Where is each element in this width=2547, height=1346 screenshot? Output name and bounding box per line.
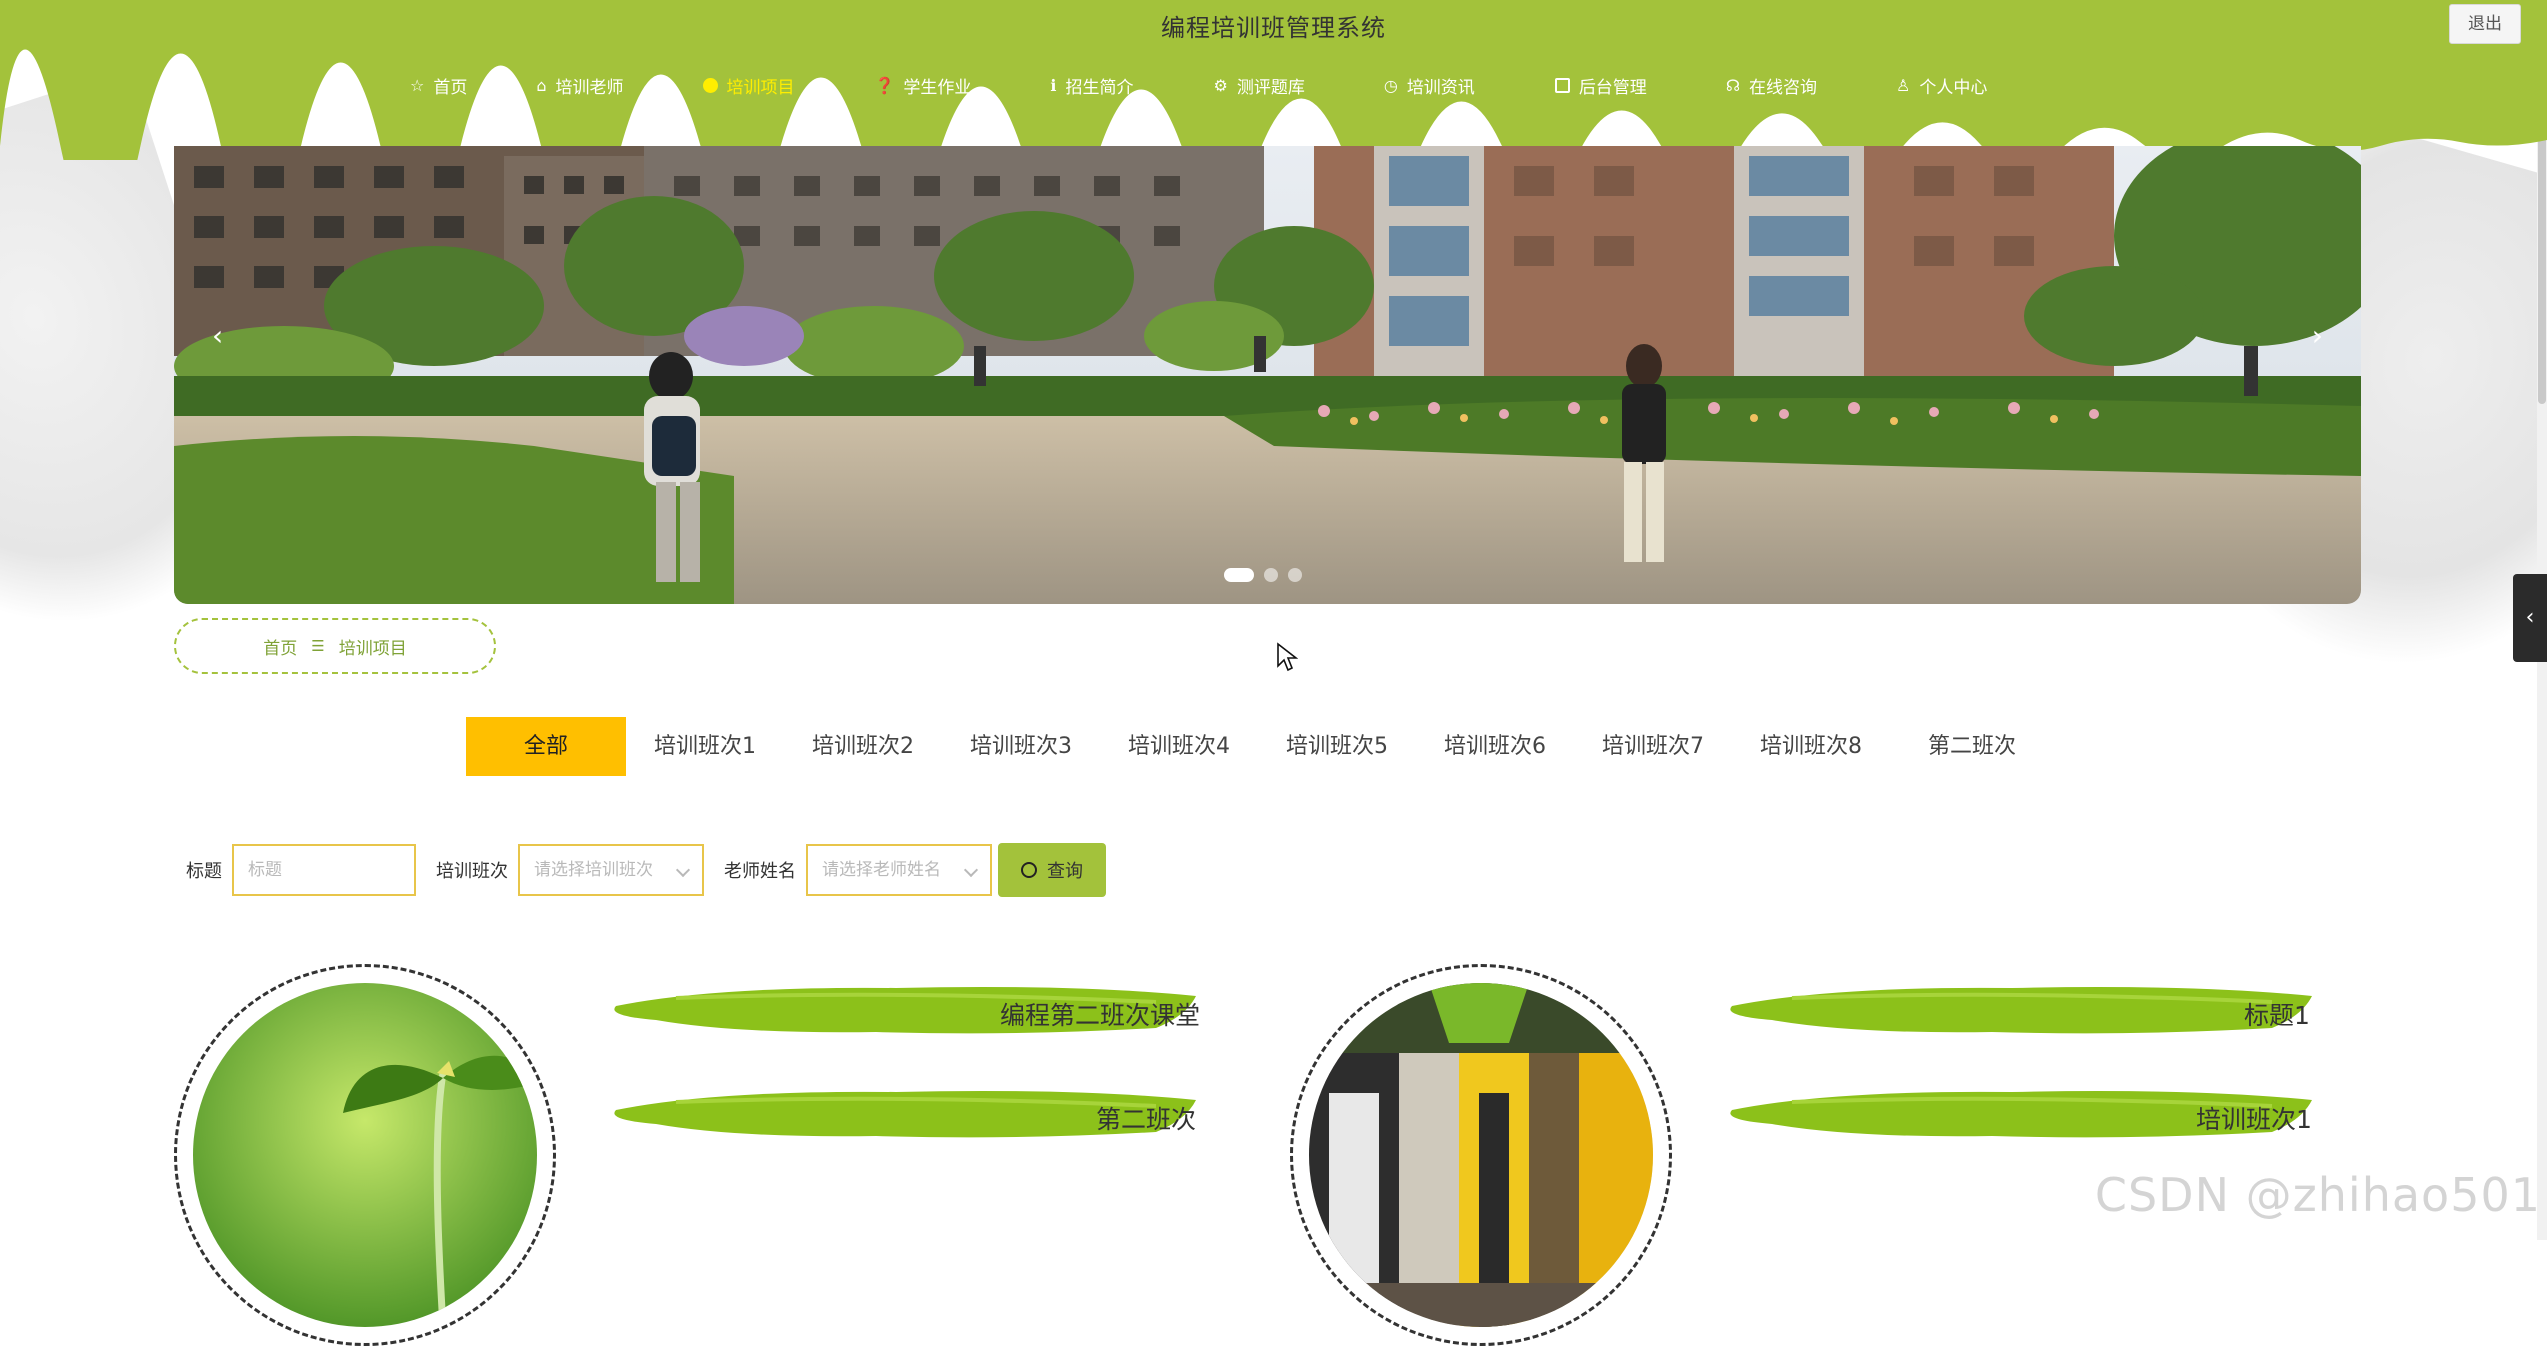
info-icon: ℹ	[1050, 75, 1057, 95]
category-tab-all[interactable]: 全部	[466, 717, 626, 776]
chevron-down-icon	[675, 862, 691, 878]
nav-item-profile[interactable]: ♙ 个人中心	[1896, 70, 1987, 100]
category-tab[interactable]: 培训班次8	[1732, 717, 1890, 776]
chevron-left-icon: ‹	[2525, 605, 2535, 630]
nav-item-consult[interactable]: ☊ 在线咨询	[1726, 70, 1817, 100]
category-tab[interactable]: 培训班次5	[1258, 717, 1416, 776]
nav-item-question-bank[interactable]: ⚙ 测评题库	[1214, 70, 1305, 100]
project-card-image[interactable]	[1290, 964, 1672, 1346]
teacher-label: 老师姓名	[724, 861, 796, 882]
site-title: 编程培训班管理系统	[1161, 14, 1386, 42]
card-title[interactable]: 标题1	[2244, 996, 2310, 1032]
nav-item-home[interactable]: ☆ 首页	[410, 70, 467, 100]
carousel-next-button[interactable]: ›	[2312, 322, 2323, 350]
card-title-brush	[1730, 987, 2312, 1034]
search-icon	[1021, 862, 1037, 878]
category-tab[interactable]: 培训班次2	[784, 717, 942, 776]
side-panel-toggle[interactable]: ‹	[2513, 574, 2547, 662]
class-label: 培训班次	[436, 861, 508, 882]
carousel-dot[interactable]	[1264, 568, 1278, 582]
dot-icon	[702, 77, 718, 93]
watermark: CSDN @zhihao501	[2094, 1168, 2541, 1222]
nav-item-label: 培训项目	[726, 77, 795, 98]
teacher-select-placeholder: 请选择老师姓名	[822, 860, 941, 880]
category-tab[interactable]: 培训班次4	[1100, 717, 1258, 776]
search-button[interactable]: 查询	[998, 843, 1106, 897]
gear-icon: ⚙	[1213, 75, 1228, 95]
interior-photo	[1309, 983, 1653, 1327]
nav-item-projects[interactable]: 培训项目	[702, 70, 795, 100]
category-tab[interactable]: 第二班次	[1890, 717, 2044, 776]
nav-item-label: 培训老师	[555, 77, 624, 98]
home-icon: ⌂	[536, 75, 547, 95]
clock-icon: ◷	[1383, 75, 1398, 95]
nav-item-label: 首页	[433, 77, 468, 98]
card-title[interactable]: 编程第二班次课堂	[1000, 996, 1200, 1032]
main-nav: ☆ 首页 ⌂ 培训老师 培训项目 ❓ 学生作业 ℹ 招生简介 ⚙ 测评题库 ◷ …	[410, 70, 1987, 100]
nav-item-label: 学生作业	[903, 77, 972, 98]
carousel-dot[interactable]	[1224, 568, 1254, 582]
nav-item-teachers[interactable]: ⌂ 培训老师	[536, 70, 623, 100]
chevron-down-icon	[963, 862, 979, 878]
sprout-photo	[193, 983, 537, 1327]
project-card-image[interactable]	[174, 964, 556, 1346]
nav-item-label: 在线咨询	[1749, 77, 1818, 98]
user-icon: ♙	[1896, 75, 1911, 95]
search-form: 标题 标题 培训班次 请选择培训班次 老师姓名 请选择老师姓名 查询	[186, 842, 1106, 898]
carousel-dot[interactable]	[1288, 568, 1302, 582]
carousel-prev-button[interactable]: ‹	[212, 322, 223, 350]
logout-button[interactable]: 退出	[2449, 4, 2521, 44]
category-tabs: 全部 培训班次1 培训班次2 培训班次3 培训班次4 培训班次5 培训班次6 培…	[466, 717, 2044, 776]
title-input[interactable]: 标题	[232, 844, 416, 896]
search-button-label: 查询	[1047, 861, 1083, 882]
breadcrumb-home-link[interactable]: 首页	[263, 634, 297, 659]
breadcrumb-separator: ☰	[311, 637, 325, 655]
nav-item-admissions[interactable]: ℹ 招生简介	[1050, 70, 1133, 100]
briefcase-icon	[1554, 77, 1570, 93]
teacher-select[interactable]: 请选择老师姓名	[806, 844, 992, 896]
mouse-cursor-icon	[1277, 642, 1298, 672]
class-select-placeholder: 请选择培训班次	[534, 860, 653, 880]
breadcrumb-current: 培训项目	[338, 638, 407, 659]
header: 编程培训班管理系统 退出 ☆ 首页 ⌂ 培训老师 培训项目 ❓ 学生作业 ℹ 招…	[0, 0, 2547, 160]
category-tab[interactable]: 培训班次6	[1416, 717, 1574, 776]
nav-item-label: 培训资讯	[1406, 77, 1475, 98]
card-subtitle: 第二班次	[1096, 1105, 1197, 1134]
banner-image	[174, 146, 2361, 604]
nav-item-label: 测评题库	[1236, 77, 1305, 98]
category-tab[interactable]: 培训班次1	[626, 717, 784, 776]
headset-icon: ☊	[1725, 75, 1741, 95]
carousel-indicators	[1224, 568, 1302, 582]
nav-item-label: 个人中心	[1919, 77, 1988, 98]
card-subtitle: 培训班次1	[2196, 1105, 2312, 1134]
banner-carousel[interactable]: ‹ ›	[174, 146, 2361, 604]
nav-item-news[interactable]: ◷ 培训资讯	[1384, 70, 1475, 100]
nav-item-homework[interactable]: ❓ 学生作业	[875, 70, 972, 100]
nav-item-admin[interactable]: 后台管理	[1554, 70, 1647, 100]
nav-item-label: 招生简介	[1065, 77, 1134, 98]
title-label: 标题	[186, 861, 222, 882]
question-icon: ❓	[874, 75, 895, 95]
class-select[interactable]: 请选择培训班次	[518, 844, 704, 896]
nav-item-label: 后台管理	[1578, 77, 1647, 98]
category-tab[interactable]: 培训班次7	[1574, 717, 1732, 776]
star-icon: ☆	[410, 75, 425, 95]
category-tab[interactable]: 培训班次3	[942, 717, 1100, 776]
breadcrumb: 首页 ☰ 培训项目	[174, 618, 496, 674]
